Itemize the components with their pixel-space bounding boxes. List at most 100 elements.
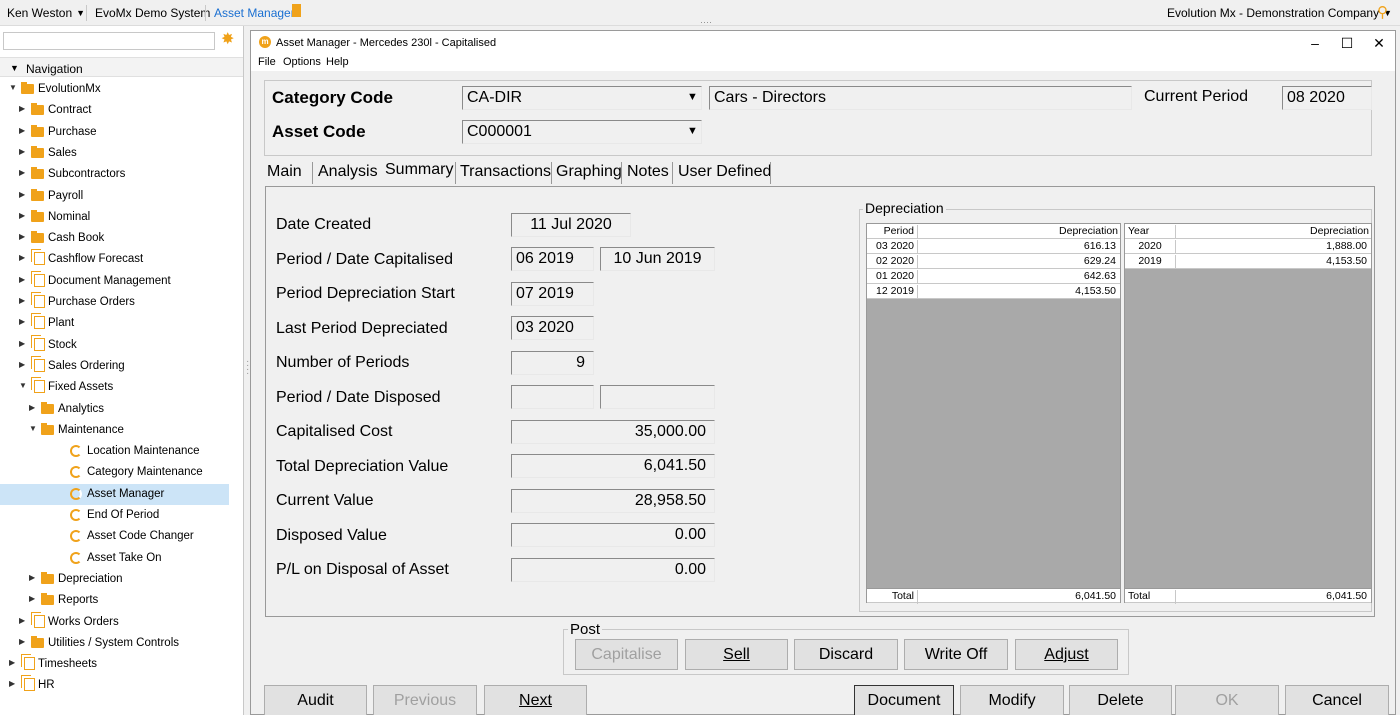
maximize-button[interactable]: ☐ <box>1332 34 1362 52</box>
chevron-right-icon[interactable]: ▶ <box>19 104 25 113</box>
table-row[interactable]: 2019 4,153.50 <box>1125 254 1371 269</box>
system-name[interactable]: EvoMx Demo System <box>95 6 210 20</box>
tab-user-defined[interactable]: User Defined <box>678 163 771 181</box>
adjust-button[interactable]: Adjust <box>1015 639 1118 670</box>
splitter-handle[interactable]: · · · · <box>246 357 249 379</box>
nav-item-asset-take-on[interactable]: Asset Take On <box>0 548 229 569</box>
chevron-right-icon[interactable]: ▶ <box>19 339 25 348</box>
chevron-right-icon[interactable]: ▶ <box>19 126 25 135</box>
table-row[interactable]: 01 2020 642.63 <box>867 269 1120 284</box>
chevron-right-icon[interactable]: ▶ <box>29 403 35 412</box>
chevron-right-icon[interactable]: ▶ <box>19 275 25 284</box>
chevron-right-icon[interactable]: ▶ <box>19 296 25 305</box>
tab-analysis[interactable]: Analysis <box>318 163 378 181</box>
nav-item-purchase[interactable]: ▶ Purchase <box>0 122 229 143</box>
category-code-select[interactable]: CA-DIR ▼ <box>462 86 702 110</box>
table-row[interactable]: 02 2020 629.24 <box>867 254 1120 269</box>
asset-code-select[interactable]: C000001 ▼ <box>462 120 702 144</box>
chevron-right-icon[interactable]: ▶ <box>19 253 25 262</box>
company-menu[interactable]: Evolution Mx - Demonstration Company ▼ <box>1167 6 1392 20</box>
nav-item-purchase-orders[interactable]: ▶ Purchase Orders <box>0 292 229 313</box>
chevron-right-icon[interactable]: ▶ <box>9 679 15 688</box>
nav-item-plant[interactable]: ▶ Plant <box>0 313 229 334</box>
user-menu[interactable]: Ken Weston ▼ <box>7 6 85 20</box>
menu-options[interactable]: Options <box>283 56 321 68</box>
minimize-button[interactable]: – <box>1300 34 1330 52</box>
tab-transactions[interactable]: Transactions <box>460 163 551 181</box>
cancel-button[interactable]: Cancel <box>1285 685 1389 715</box>
menu-help[interactable]: Help <box>326 56 349 68</box>
audit-button[interactable]: Audit <box>264 685 367 715</box>
table-row[interactable]: 03 2020 616.13 <box>867 239 1120 254</box>
chevron-right-icon[interactable]: ▶ <box>19 147 25 156</box>
table-row[interactable]: 12 2019 4,153.50 <box>867 284 1120 299</box>
chevron-right-icon[interactable]: ▶ <box>19 211 25 220</box>
nav-item-cashflow-forecast[interactable]: ▶ Cashflow Forecast <box>0 249 229 270</box>
dropdown-icon[interactable]: ▼ <box>685 88 700 107</box>
nav-item-reports[interactable]: ▶ Reports <box>0 590 229 611</box>
nav-item-works-orders[interactable]: ▶ Works Orders <box>0 611 229 633</box>
chevron-right-icon[interactable]: ▶ <box>19 168 25 177</box>
chevron-right-icon[interactable]: ▶ <box>19 637 25 646</box>
nav-item-nominal[interactable]: ▶ Nominal <box>0 207 229 228</box>
menu-file[interactable]: File <box>258 56 276 68</box>
nav-item-category-maintenance[interactable]: Category Maintenance <box>0 462 229 483</box>
tab-main[interactable]: Main <box>267 163 302 181</box>
nav-item-maintenance[interactable]: ▼ Maintenance <box>0 420 229 441</box>
nav-item-hr[interactable]: ▶ HR <box>0 675 229 696</box>
year-depreciation-grid[interactable]: Year Depreciation 2020 1,888.00 2019 4,153.… <box>1124 223 1372 604</box>
nav-item-stock[interactable]: ▶ Stock <box>0 334 229 356</box>
nav-item-end-of-period[interactable]: End Of Period <box>0 505 229 526</box>
chevron-down-icon[interactable]: ▼ <box>19 381 27 390</box>
document-button[interactable]: Document <box>854 685 954 715</box>
nav-item-location-maintenance[interactable]: Location Maintenance <box>0 441 229 462</box>
drag-handle-icon[interactable]: ···· <box>700 18 712 27</box>
search-icon[interactable]: ⚲ <box>1377 3 1388 21</box>
nav-item-timesheets[interactable]: ▶ Timesheets <box>0 654 229 675</box>
dropdown-icon[interactable]: ▼ <box>685 122 700 141</box>
ok-button[interactable]: OK <box>1175 685 1279 715</box>
column-header-period[interactable]: Period <box>867 225 918 239</box>
nav-item-evolutionmx[interactable]: ▼ EvolutionMx <box>0 79 229 100</box>
chevron-right-icon[interactable]: ▶ <box>19 360 25 369</box>
column-header-depreciation[interactable]: Depreciation <box>919 225 1120 239</box>
previous-button[interactable]: Previous <box>373 685 477 715</box>
chevron-down-icon[interactable]: ▼ <box>29 424 37 433</box>
nav-item-depreciation[interactable]: ▶ Depreciation <box>0 569 229 590</box>
nav-item-contract[interactable]: ▶ Contract <box>0 100 229 121</box>
nav-item-payroll[interactable]: ▶ Payroll <box>0 186 229 207</box>
discard-button[interactable]: Discard <box>794 639 898 670</box>
next-button[interactable]: Next <box>484 685 587 715</box>
chevron-right-icon[interactable]: ▶ <box>29 594 35 603</box>
nav-item-utilities-system-controls[interactable]: ▶ Utilities / System Controls <box>0 633 229 654</box>
delete-button[interactable]: Delete <box>1069 685 1172 715</box>
sell-button[interactable]: Sell <box>685 639 788 670</box>
nav-item-sales[interactable]: ▶ Sales <box>0 143 229 164</box>
chevron-right-icon[interactable]: ▶ <box>19 232 25 241</box>
capitalise-button[interactable]: Capitalise <box>575 639 678 670</box>
chevron-down-icon[interactable]: ▼ <box>9 83 17 92</box>
nav-item-subcontractors[interactable]: ▶ Subcontractors <box>0 164 229 185</box>
tab-graphing[interactable]: Graphing <box>556 163 622 181</box>
table-row[interactable]: 2020 1,888.00 <box>1125 239 1371 254</box>
write-off-button[interactable]: Write Off <box>904 639 1008 670</box>
chevron-right-icon[interactable]: ▶ <box>29 573 35 582</box>
nav-item-cash-book[interactable]: ▶ Cash Book <box>0 228 229 249</box>
navigation-header[interactable]: ▼ Navigation <box>0 57 243 77</box>
bookmark-icon[interactable] <box>292 4 301 17</box>
nav-item-asset-manager[interactable]: Asset Manager <box>0 483 229 505</box>
chevron-right-icon[interactable]: ▶ <box>9 658 15 667</box>
nav-item-sales-ordering[interactable]: ▶ Sales Ordering <box>0 355 229 377</box>
nav-search-input[interactable] <box>3 32 215 50</box>
nav-item-document-management[interactable]: ▶ Document Management <box>0 270 229 292</box>
modify-button[interactable]: Modify <box>960 685 1064 715</box>
nav-item-analytics[interactable]: ▶ Analytics <box>0 399 229 420</box>
chevron-right-icon[interactable]: ▶ <box>19 616 25 625</box>
column-header-depreciation[interactable]: Depreciation <box>1177 225 1371 239</box>
nav-item-fixed-assets[interactable]: ▼ Fixed Assets <box>0 377 229 398</box>
tab-notes[interactable]: Notes <box>627 163 669 181</box>
chevron-right-icon[interactable]: ▶ <box>19 317 25 326</box>
period-depreciation-grid[interactable]: Period Depreciation 03 2020 616.13 02 2020… <box>866 223 1121 604</box>
gear-icon[interactable]: ✸ <box>221 31 238 48</box>
column-header-year[interactable]: Year <box>1125 225 1176 239</box>
